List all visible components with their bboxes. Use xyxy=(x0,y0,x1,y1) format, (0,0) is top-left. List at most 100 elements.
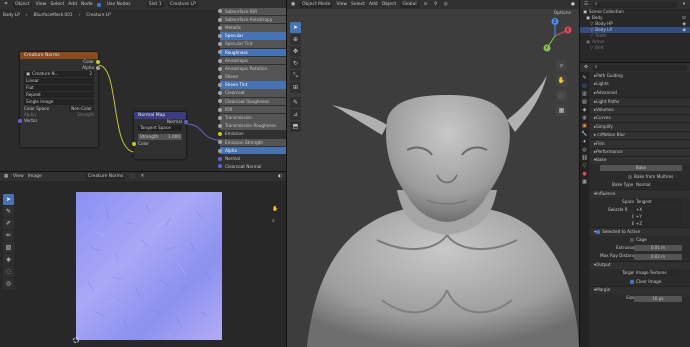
size-row[interactable]: Size 16 px xyxy=(590,294,690,302)
bsdf-input-row[interactable]: Specular xyxy=(218,32,286,40)
panel-volumes[interactable]: ▸ Volumes xyxy=(590,105,690,114)
properties-icon[interactable]: ⚙ xyxy=(583,65,589,71)
particles-tab-icon[interactable]: ✦ xyxy=(582,139,586,145)
max-ray-row[interactable]: Max Ray Distance 0.02 m xyxy=(590,252,690,260)
space-select[interactable]: Tangent Space xyxy=(138,125,182,131)
2d-cursor[interactable] xyxy=(73,337,79,343)
image-editor-icon[interactable]: ▦ xyxy=(3,174,9,180)
image-select[interactable]: Creature Norms xyxy=(85,173,126,180)
panel-lights[interactable]: ▸ Lights xyxy=(590,80,690,88)
subpanel-margin[interactable]: ▾ Margin xyxy=(590,285,690,295)
outliner-search[interactable]: ⌕ xyxy=(593,1,677,8)
bsdf-input-row[interactable]: Metallic xyxy=(218,23,286,32)
strength-field[interactable]: Strength 1.000 xyxy=(138,134,182,140)
smear-tool-icon[interactable]: ◌ xyxy=(3,266,14,277)
swizzle-g-row[interactable]: G+Y xyxy=(590,213,690,220)
material-tab-icon[interactable]: ● xyxy=(582,171,586,177)
panel-performance[interactable]: ▸ Performance xyxy=(590,147,690,156)
eye-icon[interactable]: ◉ xyxy=(682,27,686,33)
input-socket[interactable] xyxy=(218,74,222,79)
selected-to-active-checkbox[interactable] xyxy=(596,229,601,234)
modifier-tab-icon[interactable]: 🔧 xyxy=(581,131,587,137)
area-divider[interactable] xyxy=(580,62,690,63)
area-divider[interactable] xyxy=(286,0,287,347)
cage-checkbox[interactable] xyxy=(630,237,634,242)
pin-icon[interactable]: ⬚ xyxy=(129,174,135,180)
view-layer-tab-icon[interactable]: ▧ xyxy=(582,99,587,105)
fill-tool-icon[interactable]: ▨ xyxy=(3,242,14,253)
world-tab-icon[interactable]: ◍ xyxy=(582,115,586,121)
bsdf-input-row[interactable]: Subsurface Anisotropy xyxy=(218,15,286,24)
subpanel-selected-to-active[interactable]: ▾ Selected to Active xyxy=(590,227,690,236)
bsdf-input-row[interactable]: Sheen Tint xyxy=(218,81,286,89)
mask-tool-icon[interactable]: ◈ xyxy=(3,254,14,265)
normal-map-node[interactable]: Normal Map Normal Tangent Space Strength… xyxy=(132,112,188,159)
bsdf-input-row[interactable]: Anisotropic xyxy=(218,56,286,65)
display-channels-icon[interactable]: ◐ xyxy=(277,174,283,180)
hand-icon[interactable]: ✋ xyxy=(272,206,278,212)
input-socket[interactable] xyxy=(218,115,222,120)
area-divider[interactable] xyxy=(579,0,580,347)
bsdf-input-row[interactable]: Clearcoat Roughness xyxy=(218,97,286,106)
input-socket[interactable] xyxy=(218,50,222,55)
panel-simplify[interactable]: ▸ Simplify xyxy=(590,122,690,131)
draw-tool-icon[interactable]: ✏ xyxy=(3,230,14,241)
principled-bsdf-node[interactable]: Subsurface IOR Subsurface Anisotropy Metal… xyxy=(218,7,286,171)
menu-view[interactable]: View xyxy=(13,174,24,179)
image-editor[interactable]: ▦ View Image Creature Norms ⬚ ✕ ◐ ➤ ✎ ✐ … xyxy=(0,172,286,347)
bsdf-input-row[interactable]: Anisotropic Rotation xyxy=(218,64,286,73)
input-socket[interactable] xyxy=(218,124,222,129)
bake-button[interactable]: Bake xyxy=(600,165,682,172)
sample-tool-icon[interactable]: ✎ xyxy=(3,206,14,217)
clone-tool-icon[interactable]: ◎ xyxy=(3,278,14,289)
bsdf-input-row[interactable]: Emission xyxy=(218,130,286,138)
outliner[interactable]: ☰ ⌕ ▾ ▣ Scene Collection ▣ Body ☑ ▽ Body HP ◉… xyxy=(580,0,690,62)
bsdf-input-row[interactable]: Alpha xyxy=(218,146,286,155)
bsdf-input-row[interactable]: Transmission Roughness xyxy=(218,122,286,130)
physics-tab-icon[interactable]: ◎ xyxy=(582,147,586,153)
input-socket[interactable] xyxy=(218,17,222,22)
outliner-item-belt[interactable]: ▽ Belt xyxy=(580,45,690,51)
area-divider[interactable] xyxy=(0,171,286,172)
bsdf-input-row[interactable]: Clearcoat xyxy=(218,89,286,98)
normal-map-title[interactable]: Normal Map xyxy=(134,112,186,119)
panel-bake[interactable]: ▾ Bake xyxy=(590,155,690,165)
render-tab-icon[interactable]: ▤ xyxy=(582,83,587,89)
input-socket[interactable] xyxy=(218,148,222,153)
target-row[interactable]: Target Image Textures xyxy=(590,269,690,277)
input-socket[interactable] xyxy=(218,9,222,14)
input-socket[interactable] xyxy=(218,66,222,71)
scene-tab-icon[interactable]: ◈ xyxy=(583,107,587,113)
interpolation-select[interactable]: Linear xyxy=(24,78,94,84)
properties-editor[interactable]: ⚙ ⌕ ✎ ▤ ▥ ▧ ◈ ◍ ▣ 🔧 ✦ ◎ ⛓ ▽ ● ▦ ▸ Path G… xyxy=(580,63,690,347)
3d-viewport[interactable]: ▣ Object Mode View Select Add Object Glo… xyxy=(287,0,579,347)
tool-tab-icon[interactable]: ✎ xyxy=(582,75,586,81)
cursor-tool-icon[interactable]: ➤ xyxy=(3,194,14,205)
input-socket[interactable] xyxy=(218,156,222,161)
input-socket[interactable] xyxy=(218,140,222,145)
bsdf-input-row[interactable]: IOR xyxy=(218,105,286,114)
image-datablock[interactable]: ▣ Creature N... 2 xyxy=(24,71,94,77)
image-texture-node[interactable]: Creature Norms Color Alpha ▣ Creature N.… xyxy=(18,52,100,147)
panel-motion-blur[interactable]: ▸ ☐ Motion Blur xyxy=(590,130,690,140)
extension-select[interactable]: Repeat xyxy=(24,92,94,98)
bsdf-input-row[interactable]: Transmission xyxy=(218,114,286,122)
input-socket[interactable] xyxy=(218,33,222,38)
bsdf-input-row[interactable]: Normal xyxy=(218,155,286,163)
cage-row[interactable]: Cage xyxy=(590,236,690,244)
subpanel-influence[interactable]: ▾ Influence xyxy=(590,189,690,198)
projection-select[interactable]: Flat xyxy=(24,85,94,91)
panel-light-paths[interactable]: ▸ Light Paths xyxy=(590,97,690,106)
annotate-tool-icon[interactable]: ✐ xyxy=(3,218,14,229)
input-socket[interactable] xyxy=(218,58,222,63)
input-socket[interactable] xyxy=(218,25,222,30)
space-row[interactable]: Space Tangent xyxy=(590,198,690,206)
data-tab-icon[interactable]: ▽ xyxy=(583,163,587,169)
panel-film[interactable]: ▸ Film xyxy=(590,139,690,148)
subpanel-output[interactable]: ▾ Output xyxy=(590,260,690,270)
input-socket[interactable] xyxy=(218,83,222,88)
panel-advanced[interactable]: ▸ Advanced xyxy=(590,89,690,97)
properties-search[interactable]: ⌕ xyxy=(593,64,687,71)
output-tab-icon[interactable]: ▥ xyxy=(582,91,587,97)
zoom-icon[interactable]: ⌕ xyxy=(272,218,275,224)
